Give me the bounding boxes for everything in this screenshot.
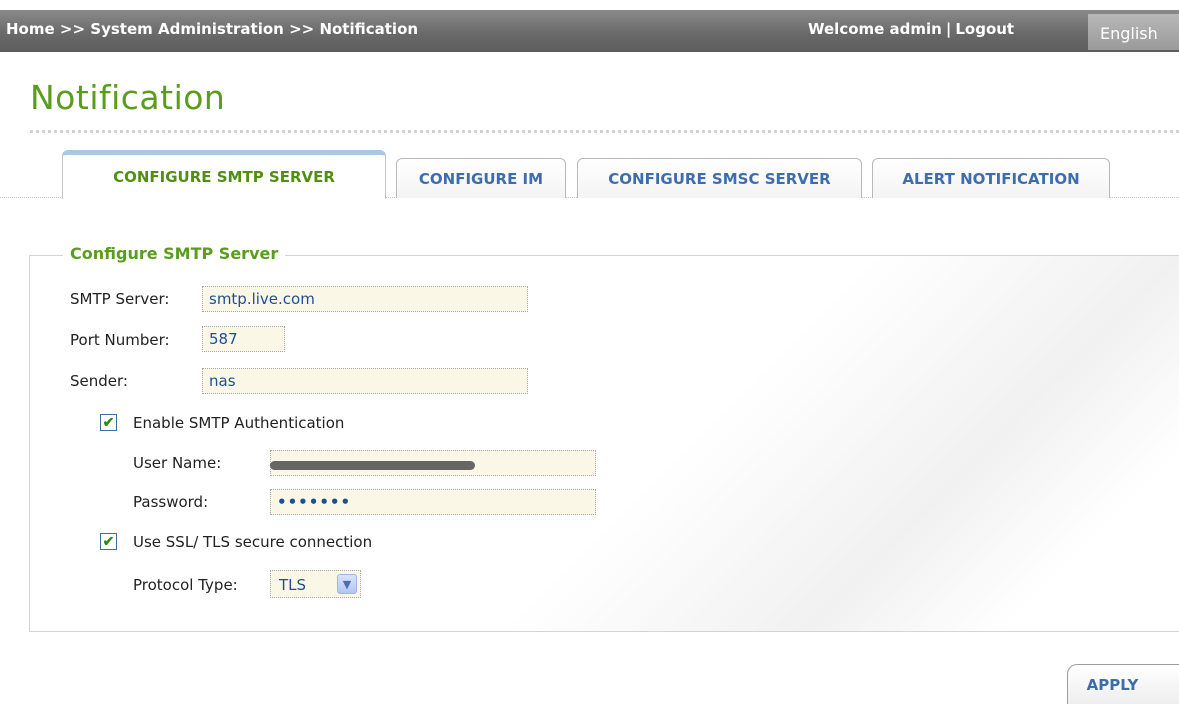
smtp-server-input[interactable]: smtp.live.com (202, 286, 528, 312)
sender-label: Sender: (70, 372, 128, 390)
tab-alert-notification[interactable]: ALERT NOTIFICATION (872, 158, 1110, 198)
tab-configure-smtp-server[interactable]: CONFIGURE SMTP SERVER (62, 150, 386, 199)
breadcrumb: Home >> System Administration >> Notific… (6, 20, 418, 38)
enable-smtp-auth-label: Enable SMTP Authentication (133, 414, 345, 432)
logout-link[interactable]: Logout (955, 20, 1014, 38)
top-bar: Home >> System Administration >> Notific… (0, 10, 1179, 52)
check-icon: ✔ (102, 414, 115, 430)
smtp-server-label: SMTP Server: (70, 290, 170, 308)
protocol-type-select[interactable]: TLS ▼ (270, 570, 361, 598)
protocol-type-value: TLS (279, 576, 307, 594)
breadcrumb-system-administration[interactable]: System Administration (90, 20, 284, 38)
tab-configure-im[interactable]: CONFIGURE IM (396, 158, 566, 198)
port-number-input[interactable]: 587 (202, 326, 285, 352)
apply-button[interactable]: APPLY (1067, 664, 1179, 704)
use-ssl-tls-checkbox[interactable]: ✔ (100, 533, 117, 550)
title-divider (30, 130, 1179, 133)
protocol-type-label: Protocol Type: (133, 576, 238, 594)
header-separator: | (945, 20, 952, 38)
password-label: Password: (133, 493, 209, 511)
page-title: Notification (30, 78, 226, 117)
breadcrumb-separator: >> (59, 20, 86, 38)
password-input[interactable]: ••••••• (270, 489, 596, 515)
sender-input[interactable]: nas (202, 368, 528, 394)
panel-legend: Configure SMTP Server (63, 244, 286, 263)
tab-configure-smsc-server[interactable]: CONFIGURE SMSC SERVER (577, 158, 862, 198)
breadcrumb-home[interactable]: Home (6, 20, 55, 38)
breadcrumb-current: Notification (319, 20, 419, 38)
chevron-down-icon[interactable]: ▼ (337, 574, 357, 594)
welcome-area: Welcome admin | Logout (808, 20, 1014, 38)
enable-smtp-auth-checkbox[interactable]: ✔ (100, 414, 117, 431)
check-icon: ✔ (102, 533, 115, 549)
breadcrumb-separator: >> (289, 20, 315, 38)
redacted-username-mark (270, 461, 475, 470)
welcome-text: Welcome admin (808, 20, 942, 38)
language-selector[interactable]: English (1088, 14, 1179, 50)
use-ssl-tls-label: Use SSL/ TLS secure connection (133, 533, 373, 551)
port-number-label: Port Number: (70, 331, 170, 349)
user-name-label: User Name: (133, 454, 222, 472)
